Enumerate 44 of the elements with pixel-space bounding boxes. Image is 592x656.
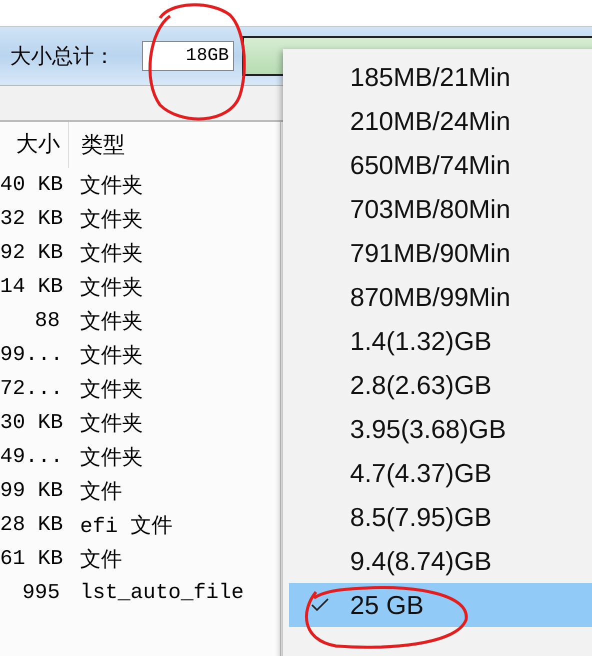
menu-item[interactable]: 8.5(7.95)GB [283,495,592,539]
table-cell-text: 14 KB [0,276,64,298]
table-cell-text: 文件夹 [79,242,143,267]
checkmark-icon [311,598,329,612]
menu-item[interactable]: 9.4(8.74)GB [283,539,592,583]
table-cell-text: 28 KB [0,514,64,536]
table-cell-text: 61 KB [0,548,64,570]
table-cell-text: 30 KB [0,412,64,434]
table-cell-text: 文件夹 [79,174,143,199]
menu-item[interactable]: 1.4(1.32)GB [283,319,592,363]
table-cell-text: 文件夹 [79,378,143,403]
table-cell-text: 49... [0,446,64,468]
table-cell-text: 文件夹 [79,446,143,471]
menu-item[interactable]: 25 GB [289,583,592,627]
table-cell-text: 92 KB [0,242,64,264]
table-cell-text: lst_auto_file [79,582,244,604]
menu-item[interactable]: 791MB/90Min [283,231,592,275]
table-cell-text: 文件夹 [79,276,143,301]
table-cell-text: 72... [0,378,64,400]
column-header[interactable]: 类型 [69,130,125,160]
menu-item[interactable]: 3.95(3.68)GB [283,407,592,451]
menu-item[interactable]: 210MB/24Min [283,99,592,143]
table-cell-text: 99... [0,344,64,366]
table-cell-text: 文件 [79,480,122,505]
table-cell-text: 文件夹 [79,310,143,335]
table-cell-text: 40 KB [0,174,64,196]
table-cell-text: 88 [34,310,61,332]
menu-item[interactable]: 870MB/99Min [283,275,592,319]
table-cell-text: 文件 [79,548,122,573]
column-header[interactable]: 大小 [0,122,69,168]
size-total-label: 大小总计： [10,43,116,70]
menu-item[interactable]: 185MB/21Min [283,55,592,99]
table-cell-text: 995 [21,582,61,604]
table-cell-text: 文件夹 [79,412,143,437]
size-field[interactable]: 18GB [142,41,234,71]
table-cell-text: 文件夹 [79,208,143,233]
table-cell-text: efi 文件 [79,514,172,539]
table-cell-text: 文件夹 [79,344,143,369]
table-cell-text: 32 KB [0,208,64,230]
menu-item[interactable]: 2.8(2.63)GB [283,363,592,407]
menu-item[interactable]: 4.7(4.37)GB [283,451,592,495]
table-cell-text: 99 KB [0,480,64,502]
menu-item[interactable]: 703MB/80Min [283,187,592,231]
menu-item[interactable]: 650MB/74Min [283,143,592,187]
